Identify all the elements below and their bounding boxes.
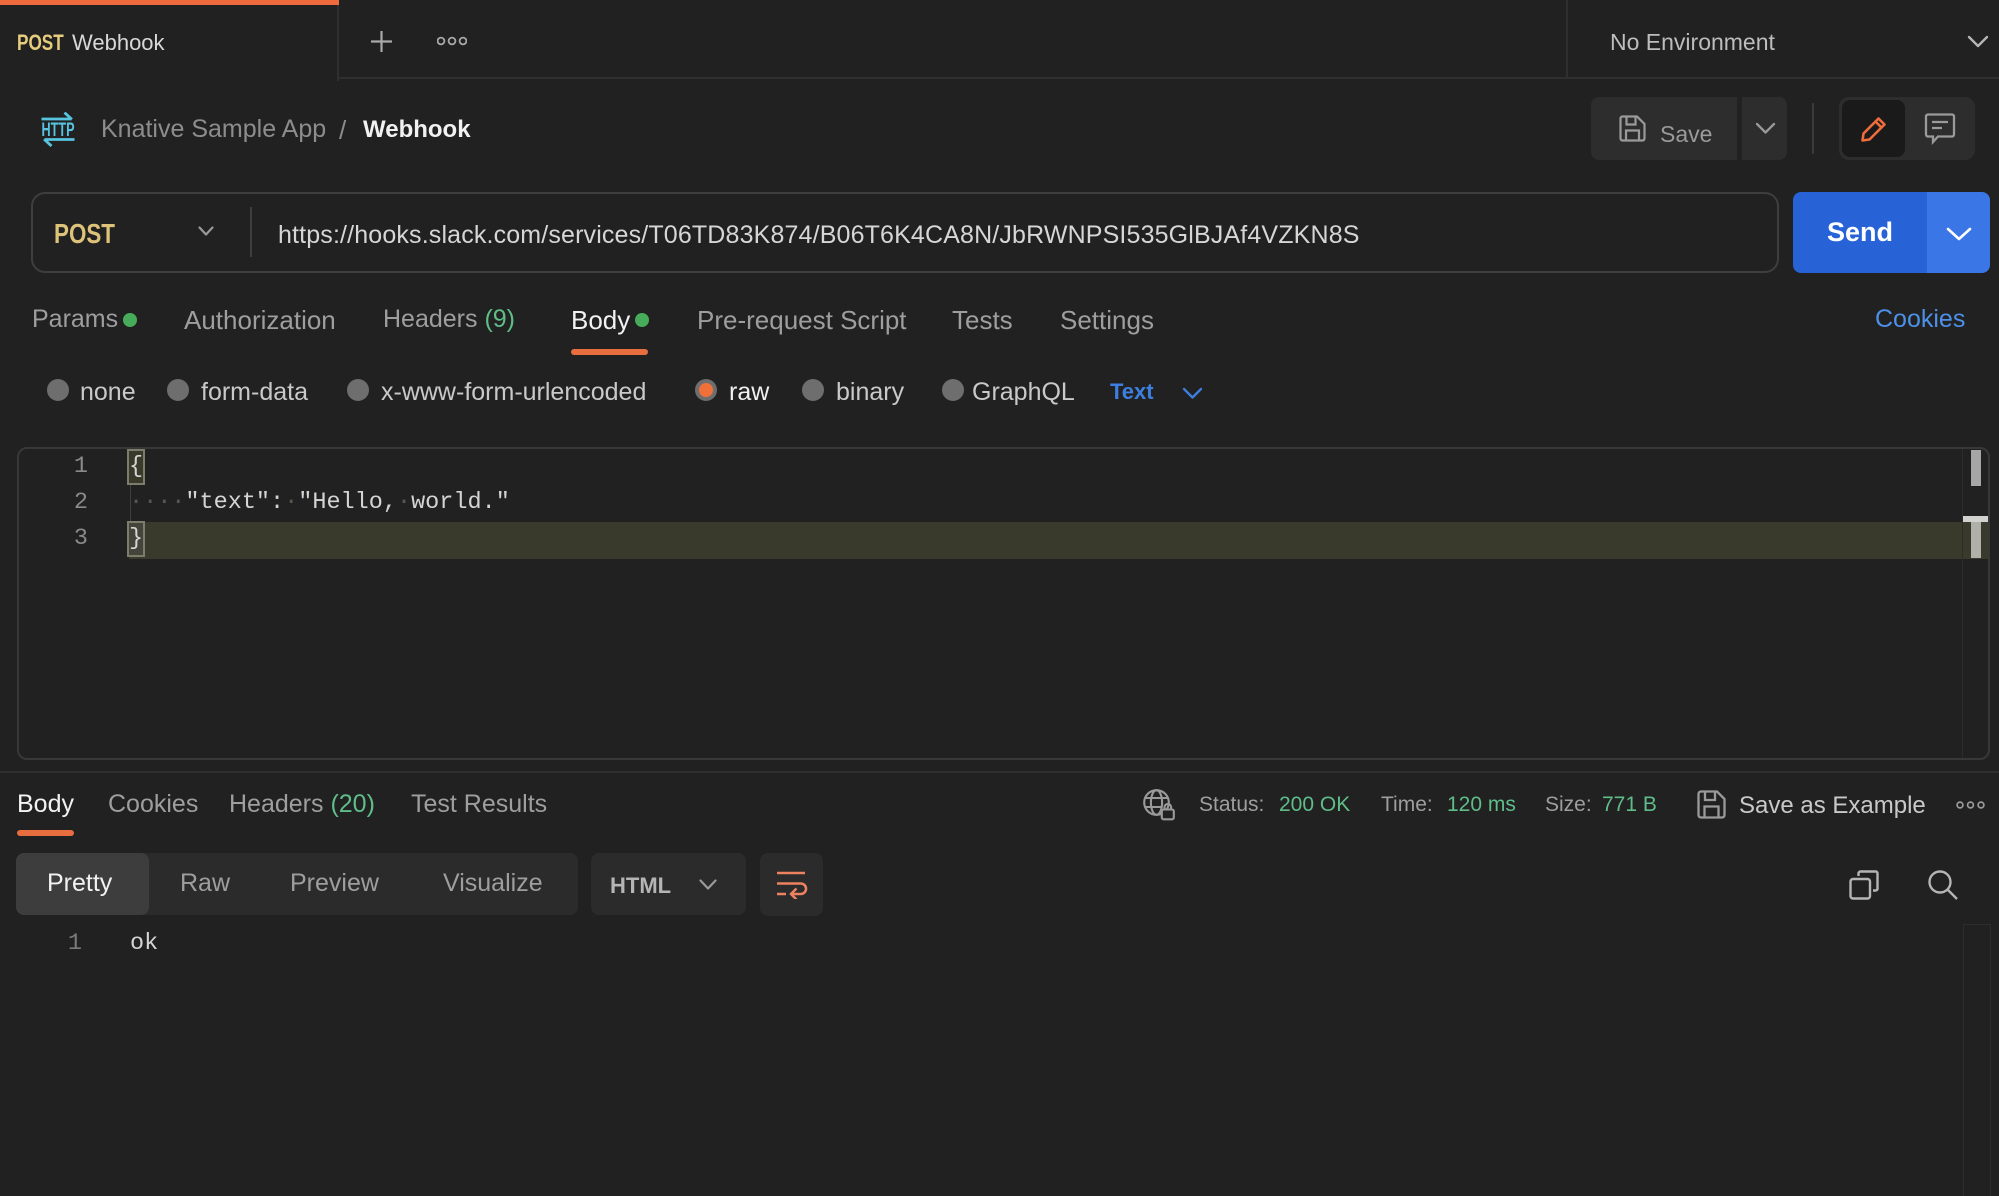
svg-text:HTTP: HTTP [42, 119, 75, 141]
